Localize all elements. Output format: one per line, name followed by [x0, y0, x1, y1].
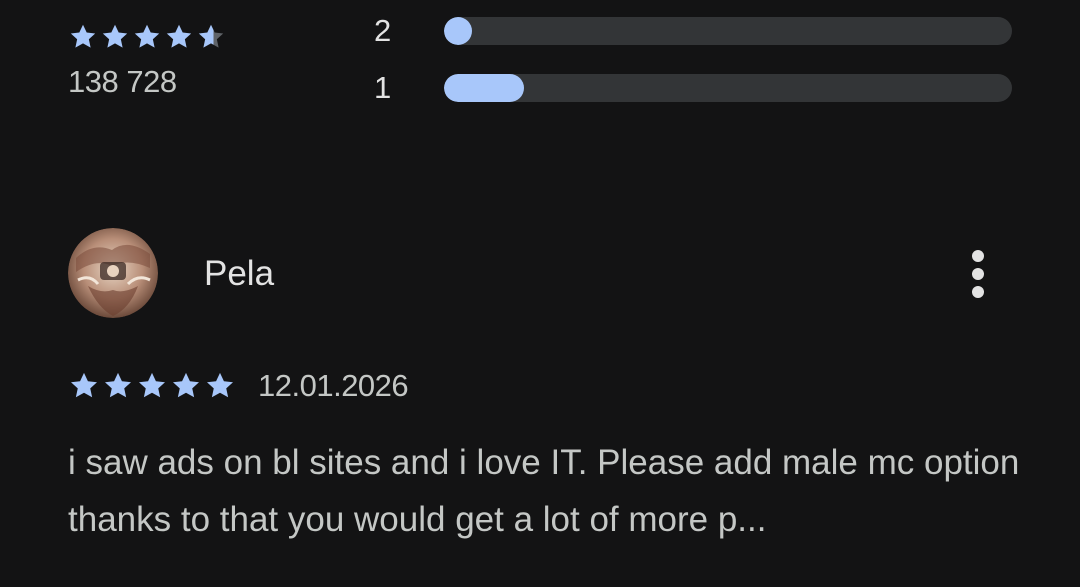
- rating-bar-track: [444, 17, 1012, 45]
- star-icon: [173, 372, 199, 398]
- star-icon: [71, 372, 97, 398]
- star-icon: [105, 372, 131, 398]
- star-icon: [198, 24, 224, 48]
- star-icon: [102, 24, 128, 48]
- review-meta: 12.01.2026: [68, 368, 409, 404]
- more-vert-icon: [972, 268, 984, 280]
- star-icon: [70, 24, 96, 48]
- star-icon: [166, 24, 192, 48]
- summary-star-rating: [68, 22, 226, 52]
- rating-bar-track: [444, 74, 1012, 102]
- rating-bar-fill: [444, 74, 524, 102]
- star-icon: [134, 24, 160, 48]
- more-options-button[interactable]: [958, 246, 998, 302]
- more-vert-icon: [972, 286, 984, 298]
- rating-bar-label: 1: [374, 70, 392, 105]
- review-text[interactable]: i saw ads on bl sites and i love IT. Ple…: [68, 434, 1058, 548]
- rating-bar-label: 2: [374, 13, 392, 48]
- reviewer-avatar[interactable]: [68, 228, 158, 318]
- rating-bar-1: 1: [374, 70, 1014, 105]
- star-icon: [139, 372, 165, 398]
- rating-bar-2: 2: [374, 13, 1014, 48]
- total-review-count: 138 728: [68, 64, 177, 99]
- rating-bar-fill: [444, 17, 473, 45]
- review-star-rating: [68, 370, 236, 402]
- reviewer-name: Pela: [204, 254, 275, 293]
- star-icon: [207, 372, 233, 398]
- more-vert-icon: [972, 250, 984, 262]
- review-date: 12.01.2026: [258, 368, 409, 403]
